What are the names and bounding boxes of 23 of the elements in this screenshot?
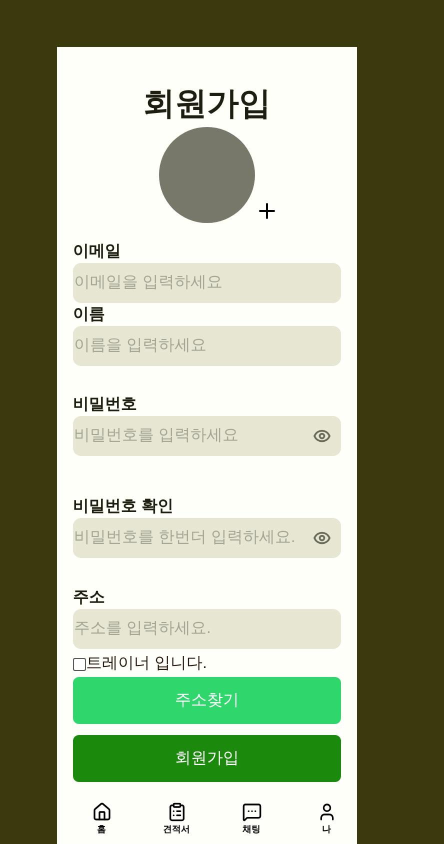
input-field[interactable]: 이름을 입력하세요 bbox=[73, 326, 341, 366]
chat-bubble-icon bbox=[242, 802, 262, 822]
field-label: 비밀번호 확인 bbox=[73, 498, 174, 516]
input-field[interactable]: 이메일을 입력하세요 bbox=[73, 263, 341, 303]
nav-tab[interactable]: 견적서 bbox=[146, 800, 207, 844]
field-label: 이메일 bbox=[73, 243, 122, 261]
nav-tab[interactable]: 홈 bbox=[71, 800, 132, 844]
clipboard-icon bbox=[166, 802, 186, 822]
eye-icon[interactable] bbox=[313, 529, 331, 547]
signup-button[interactable]: 회원가입 bbox=[73, 735, 341, 782]
house-icon bbox=[92, 802, 112, 822]
eye-icon[interactable] bbox=[313, 427, 331, 445]
nav-tab[interactable]: 나 bbox=[296, 800, 357, 844]
input-field[interactable]: 주소를 입력하세요. bbox=[73, 609, 341, 649]
input-field[interactable]: 비밀번호를 한번더 입력하세요. bbox=[73, 518, 341, 558]
checkbox-label: 트레이너 입니다. bbox=[86, 654, 207, 674]
input-field[interactable]: 비밀번호를 입력하세요 bbox=[73, 416, 341, 456]
checkbox[interactable] bbox=[73, 658, 86, 670]
nav-tab[interactable]: 채팅 bbox=[221, 800, 282, 844]
page-title: 회원가입 bbox=[143, 84, 271, 123]
field-label: 주소 bbox=[73, 589, 106, 607]
field-label: 이름 bbox=[73, 306, 106, 324]
field-label: 비밀번호 bbox=[73, 396, 138, 414]
